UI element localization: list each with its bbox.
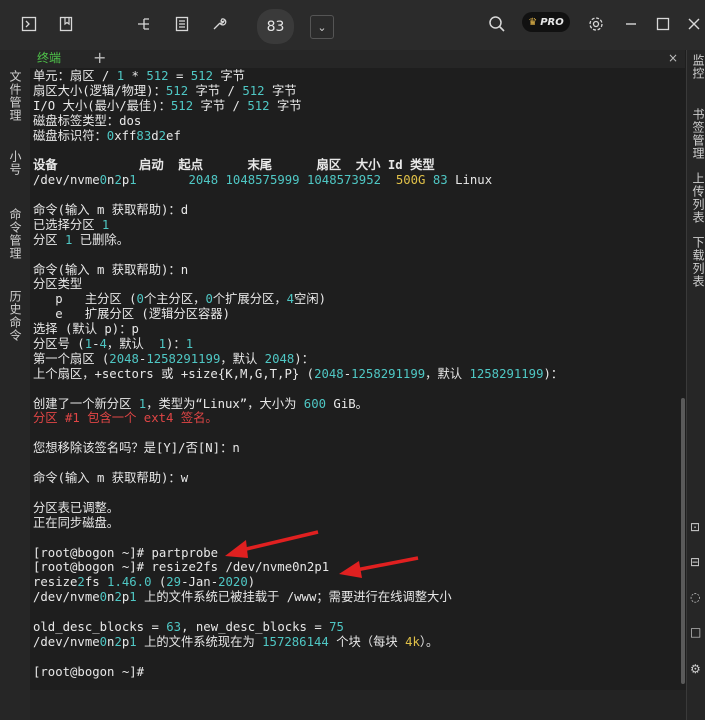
- arrow-head-partprobe: [225, 540, 248, 558]
- arrow-head-resize2fs: [339, 561, 362, 578]
- arrow-annotation-partprobe: [241, 530, 319, 552]
- annotation-arrows: [225, 530, 419, 578]
- arrow-annotation-resize2fs: [355, 556, 419, 572]
